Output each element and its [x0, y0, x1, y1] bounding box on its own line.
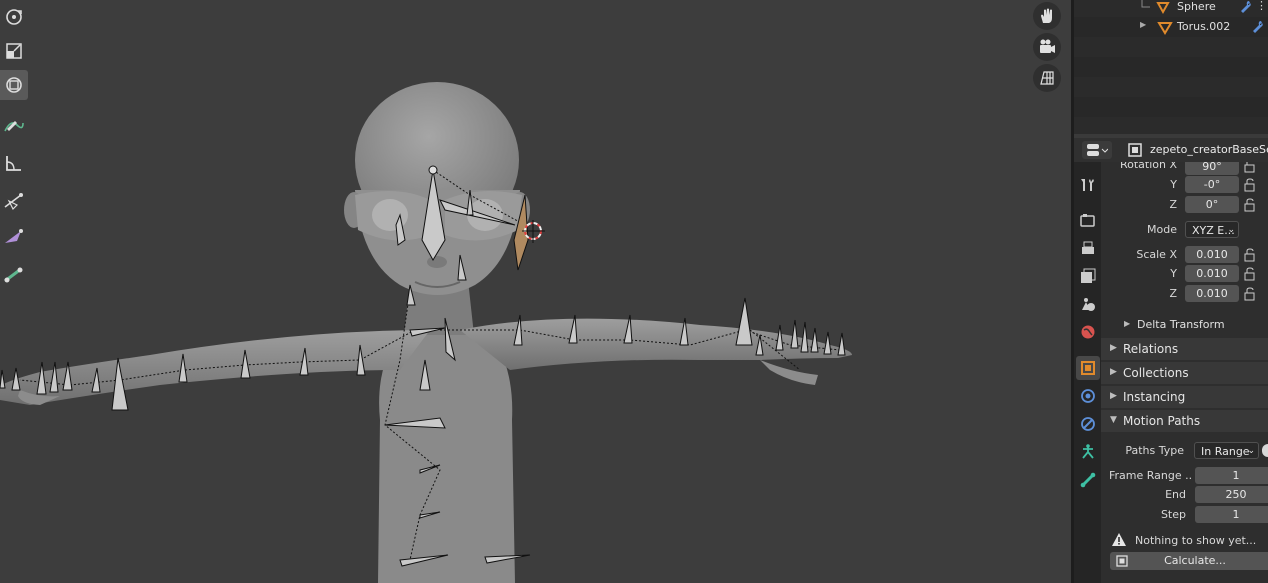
transform-icon[interactable] — [0, 70, 28, 100]
constraint-icon[interactable] — [1076, 440, 1100, 464]
chevron-down-icon: ⌄ — [1247, 446, 1255, 456]
wrench-modifier-icon[interactable] — [1250, 19, 1264, 33]
lock-icon[interactable] — [1243, 287, 1257, 301]
toggle-icon[interactable] — [1262, 444, 1268, 457]
panel-collections[interactable]: ▶ Collections — [1101, 362, 1268, 384]
tool-icon[interactable] — [1076, 173, 1100, 197]
step-field[interactable]: 1 — [1195, 506, 1268, 523]
object-square-icon — [1128, 143, 1142, 157]
panel-delta-transform[interactable]: ▶ Delta Transform — [1101, 314, 1268, 336]
frame-range-label: Frame Range .. — [1109, 469, 1193, 482]
view-layer-icon[interactable] — [1076, 264, 1100, 288]
object-icon[interactable] — [1076, 356, 1100, 380]
lock-icon[interactable] — [1243, 198, 1257, 212]
data-bone-icon[interactable] — [1076, 468, 1100, 492]
panel-title: Instancing — [1123, 390, 1186, 404]
expand-arrow-icon: ▶ — [1110, 391, 1117, 401]
frame-end-field[interactable]: 250 — [1195, 486, 1268, 503]
panel-title: Delta Transform — [1137, 318, 1225, 331]
paths-type-value: In Range — [1201, 445, 1250, 458]
object-square-icon — [1116, 555, 1128, 567]
3d-viewport[interactable] — [0, 0, 1071, 583]
output-icon[interactable] — [1076, 236, 1100, 260]
world-icon[interactable] — [1076, 320, 1100, 344]
rotation-z-field[interactable]: 0° — [1185, 196, 1239, 213]
frame-start-field[interactable]: 1 — [1195, 467, 1268, 484]
scale-y-field[interactable]: 0.010 — [1185, 265, 1239, 282]
properties-editor-icon — [1087, 144, 1108, 156]
warning-icon — [1112, 533, 1126, 546]
object-name: zepeto_creatorBaseSet — [1150, 143, 1268, 156]
hand-pan-icon[interactable] — [1033, 2, 1061, 30]
end-label: End — [1165, 488, 1186, 501]
lock-icon[interactable] — [1243, 267, 1257, 281]
rotation-mode-select[interactable]: XYZ E... ⌄ — [1185, 221, 1239, 238]
mesh-object-icon — [1156, 2, 1170, 15]
bone-envelope-icon[interactable] — [0, 186, 28, 216]
outliner-item-name: Torus.002 — [1177, 20, 1231, 33]
properties-header: zepeto_creatorBaseSet — [1074, 138, 1268, 162]
mode-label: Mode — [1147, 223, 1177, 236]
rotate-icon[interactable] — [0, 2, 28, 32]
render-icon[interactable] — [1076, 208, 1100, 232]
character-arm-left — [0, 330, 430, 405]
panel-title: Motion Paths — [1123, 414, 1201, 428]
bone-size-icon[interactable] — [0, 222, 28, 252]
step-label: Step — [1160, 508, 1186, 521]
expand-arrow-icon: ▶ — [1110, 343, 1117, 353]
calculate-button[interactable]: Calculate... — [1110, 552, 1268, 570]
measure-icon[interactable] — [0, 148, 28, 178]
rotation-x-field[interactable]: 90° — [1185, 162, 1239, 175]
camera-view-icon[interactable] — [1033, 33, 1061, 61]
overflow-icon[interactable]: ⋮ — [1256, 0, 1267, 12]
annotate-icon[interactable] — [0, 110, 28, 140]
outliner: Sphere ⋮ ▶ Torus.002 — [1074, 0, 1268, 134]
panel-title: Collections — [1123, 366, 1189, 380]
scale-y-label: Y — [1170, 267, 1177, 280]
properties-panel: Rotation X 90° Y -0° Z 0° Mode XYZ E... … — [1101, 162, 1268, 583]
scale-z-field[interactable]: 0.010 — [1185, 285, 1239, 302]
lock-icon[interactable] — [1243, 162, 1257, 173]
lock-icon[interactable] — [1243, 248, 1257, 262]
properties-tabs — [1074, 162, 1101, 583]
modifier-icon[interactable] — [1076, 384, 1100, 408]
paths-type-select[interactable]: In Range ⌄ — [1194, 442, 1259, 459]
collapse-arrow-icon: ▼ — [1110, 415, 1117, 425]
scale-icon[interactable] — [0, 36, 28, 66]
rotation-y-label: Y — [1170, 178, 1177, 191]
editor-type-button[interactable] — [1082, 141, 1112, 159]
lock-icon[interactable] — [1243, 178, 1257, 192]
scene-icon[interactable] — [1076, 292, 1100, 316]
extrude-icon[interactable] — [0, 260, 28, 290]
chevron-down-icon: ⌄ — [1227, 225, 1235, 235]
scale-x-label: Scale X — [1136, 248, 1177, 261]
scale-z-label: Z — [1169, 287, 1177, 300]
panel-instancing[interactable]: ▶ Instancing — [1101, 386, 1268, 408]
panel-title: Relations — [1123, 342, 1179, 356]
ortho-grid-icon[interactable] — [1033, 64, 1061, 92]
warning-text: Nothing to show yet... — [1135, 534, 1257, 547]
viewport-scene[interactable] — [0, 0, 1071, 583]
wrench-modifier-icon[interactable] — [1238, 0, 1252, 13]
expand-arrow-icon: ▶ — [1124, 319, 1131, 328]
expand-arrow-icon[interactable]: ▶ — [1140, 20, 1146, 29]
paths-type-label: Paths Type — [1125, 444, 1184, 457]
rotation-z-label: Z — [1169, 198, 1177, 211]
outliner-row[interactable]: ▶ Torus.002 — [1074, 17, 1268, 37]
rotation-x-label: Rotation X — [1119, 162, 1177, 171]
rotation-y-field[interactable]: -0° — [1185, 176, 1239, 193]
physics-icon[interactable] — [1076, 412, 1100, 436]
mesh-object-icon — [1157, 22, 1173, 35]
expand-arrow-icon: ▶ — [1110, 367, 1117, 377]
outliner-row[interactable]: Sphere ⋮ — [1074, 0, 1268, 17]
panel-relations[interactable]: ▶ Relations — [1101, 338, 1268, 360]
outliner-item-name: Sphere — [1177, 0, 1216, 13]
scale-x-field[interactable]: 0.010 — [1185, 246, 1239, 263]
calculate-label: Calculate... — [1164, 554, 1226, 567]
panel-motion-paths[interactable]: ▼ Motion Paths — [1101, 410, 1268, 432]
